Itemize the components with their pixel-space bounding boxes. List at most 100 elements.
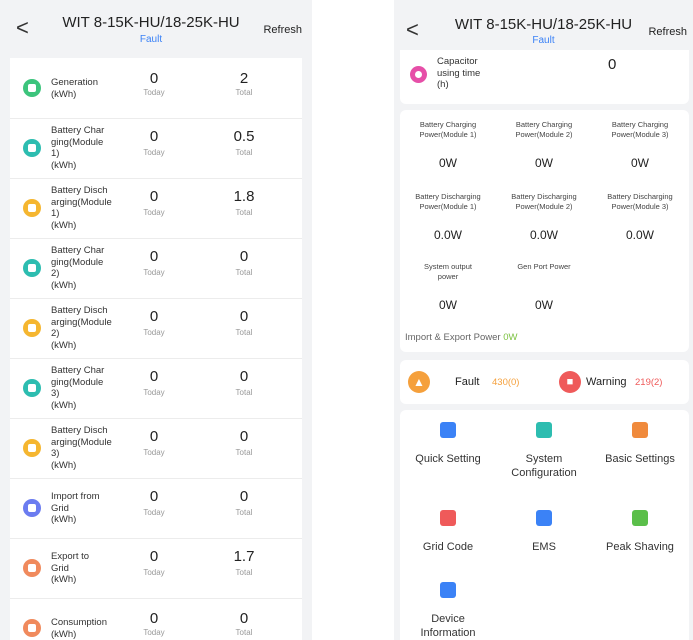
- battery-charge-icon: [23, 379, 41, 397]
- energy-label: Import from Grid (kWh): [51, 491, 100, 525]
- export-icon: [23, 559, 41, 577]
- power-value: 0W: [631, 156, 649, 170]
- power-value: 0W: [439, 298, 457, 312]
- total-caption: Total: [235, 328, 253, 337]
- warning-bell-icon[interactable]: ■: [559, 371, 581, 393]
- consumption-icon: [23, 619, 41, 637]
- today-value: 0: [149, 488, 159, 505]
- battery-discharge-icon: [23, 319, 41, 337]
- total-value: 1.8: [233, 188, 255, 205]
- total-caption: Total: [235, 268, 253, 277]
- power-cell: Battery Charging Power(Module 1) 0W: [400, 120, 496, 170]
- today-caption: Today: [143, 148, 165, 157]
- total-caption: Total: [235, 508, 253, 517]
- menu-label: Basic Settings: [605, 453, 675, 465]
- total-caption: Total: [235, 448, 253, 457]
- total-caption: Total: [235, 88, 253, 97]
- total-value: 0: [239, 248, 249, 265]
- energy-row: Import from Grid (kWh) 0 Today 0 Total: [10, 478, 302, 539]
- energy-label: Battery Disch arging(Module 3) (kWh): [51, 425, 112, 471]
- ems-icon: [536, 510, 552, 526]
- energy-label: Battery Char ging(Module 2) (kWh): [51, 245, 105, 291]
- energy-statistics-card: Generation (kWh) 0 Today 2 Total Battery Char…: [10, 58, 302, 640]
- capacitor-icon: [410, 66, 427, 83]
- today-caption: Today: [143, 388, 165, 397]
- today-caption: Today: [143, 508, 165, 517]
- energy-label: Battery Disch arging(Module 1) (kWh): [51, 185, 112, 231]
- today-caption: Today: [143, 448, 165, 457]
- today-caption: Today: [143, 208, 165, 217]
- energy-label: Generation (kWh): [51, 77, 99, 100]
- total-value: 0: [239, 308, 249, 325]
- left-screen: < WIT 8-15K-HU/18-25K-HU Fault Refresh G…: [0, 0, 312, 640]
- today-caption: Today: [143, 628, 165, 637]
- alerts-card: ▲ Fault 430(0) ■ Warning 219(2): [400, 360, 689, 404]
- total-value: 0.5: [233, 128, 255, 145]
- power-cell: System output power 0W: [400, 262, 496, 312]
- power-value: 0W: [535, 156, 553, 170]
- menu-item[interactable]: System Configuration: [496, 422, 592, 480]
- total-caption: Total: [235, 148, 253, 157]
- total-value: 1.7: [233, 548, 255, 565]
- capacitor-value: 0: [608, 56, 617, 73]
- menu-item[interactable]: Grid Code: [400, 510, 496, 554]
- menu-card: Quick Setting System Configuration Basic S…: [400, 410, 689, 640]
- today-caption: Today: [143, 328, 165, 337]
- capacitor-label: Capacitor using time (h): [437, 56, 481, 90]
- menu-label: System Configuration: [511, 453, 577, 479]
- today-value: 0: [149, 188, 159, 205]
- power-label: Battery Charging Power(Module 2): [515, 120, 573, 139]
- menu-item[interactable]: Quick Setting: [400, 422, 496, 466]
- menu-label: Device Information: [420, 613, 476, 639]
- today-value: 0: [149, 548, 159, 565]
- energy-row: Consumption (kWh) 0 Today 0 Total: [10, 598, 302, 640]
- energy-label: Battery Char ging(Module 1) (kWh): [51, 125, 105, 171]
- menu-label: Quick Setting: [415, 453, 481, 465]
- menu-item[interactable]: Device Information: [400, 582, 496, 640]
- capacitor-card: Capacitor using time (h) 0: [400, 50, 689, 104]
- energy-label: Battery Char ging(Module 3) (kWh): [51, 365, 105, 411]
- power-value: 0.0W: [529, 228, 558, 242]
- today-value: 0: [149, 308, 159, 325]
- energy-row: Battery Char ging(Module 3) (kWh) 0 Today 0…: [10, 358, 302, 419]
- menu-label: EMS: [532, 541, 556, 553]
- grid-tower-icon: [23, 499, 41, 517]
- power-cell: Battery Discharging Power(Module 1) 0.0W: [400, 192, 496, 242]
- refresh-button[interactable]: Refresh: [648, 26, 687, 38]
- menu-item[interactable]: Peak Shaving: [592, 510, 688, 554]
- warning-label[interactable]: Warning: [586, 376, 627, 388]
- menu-label: Peak Shaving: [606, 541, 674, 553]
- today-caption: Today: [143, 88, 165, 97]
- total-value: 0: [239, 610, 249, 627]
- power-value: 0W: [535, 298, 553, 312]
- basic-settings-icon: [632, 422, 648, 438]
- power-value: 0W: [439, 156, 457, 170]
- fault-count[interactable]: 430(0): [492, 377, 519, 388]
- power-cell: Battery Discharging Power(Module 2) 0.0W: [496, 192, 592, 242]
- solar-icon: [23, 79, 41, 97]
- refresh-button[interactable]: Refresh: [263, 24, 302, 36]
- system-config-icon: [536, 422, 552, 438]
- menu-label: Grid Code: [422, 541, 474, 553]
- power-cell: Battery Discharging Power(Module 3) 0.0W: [592, 192, 688, 242]
- battery-charge-icon: [23, 259, 41, 277]
- today-value: 0: [149, 610, 159, 627]
- battery-charge-icon: [23, 139, 41, 157]
- menu-item[interactable]: Basic Settings: [592, 422, 688, 466]
- total-value: 0: [239, 488, 249, 505]
- menu-item[interactable]: EMS: [496, 510, 592, 554]
- power-label: Battery Charging Power(Module 1): [419, 120, 477, 139]
- power-label: Battery Discharging Power(Module 3): [607, 192, 673, 211]
- total-caption: Total: [235, 208, 253, 217]
- fault-label[interactable]: Fault: [455, 376, 479, 388]
- power-label: Battery Discharging Power(Module 2): [511, 192, 577, 211]
- total-caption: Total: [235, 628, 253, 637]
- power-label: Gen Port Power: [517, 262, 571, 271]
- warning-count[interactable]: 219(2): [635, 377, 662, 388]
- energy-row: Export to Grid (kWh) 0 Today 1.7 Total: [10, 538, 302, 599]
- energy-row: Battery Char ging(Module 1) (kWh) 0 Today 0…: [10, 118, 302, 179]
- total-caption: Total: [235, 568, 253, 577]
- power-cell: Battery Charging Power(Module 3) 0W: [592, 120, 688, 170]
- power-label: System output power: [424, 262, 472, 281]
- fault-triangle-icon[interactable]: ▲: [408, 371, 430, 393]
